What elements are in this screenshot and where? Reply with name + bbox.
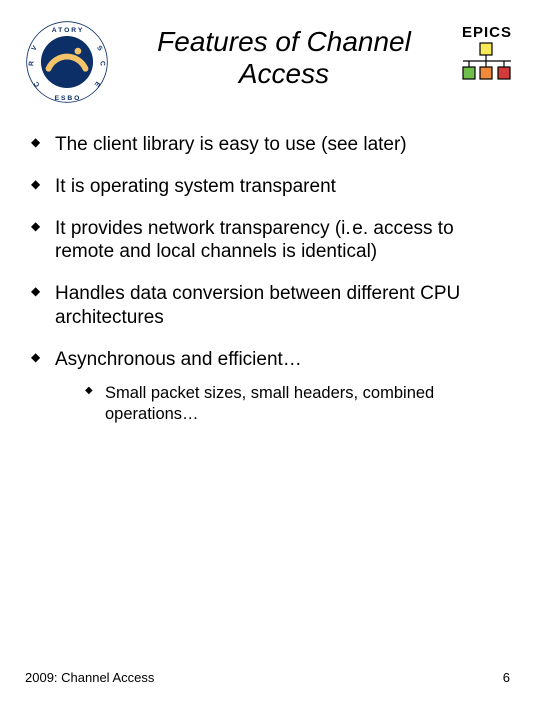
list-item: It provides network transparency (i. e. … [27,217,515,265]
epics-label: EPICS [459,24,515,41]
svg-text:A T O R Y: A T O R Y [52,27,83,34]
slide-content: The client library is easy to use (see l… [25,133,515,425]
list-item-text: The client library is easy to use (see l… [55,134,407,155]
slide-header: A T O R Y V R S C E S B O C E Features o… [25,20,515,109]
list-item-text: It is operating system transparent [55,176,336,197]
sub-list-item-text: Small packet sizes, small headers, combi… [105,384,434,423]
svg-text:E S B O: E S B O [55,95,80,102]
title-container: Features of Channel Access [115,20,453,90]
svg-text:C: C [98,61,105,67]
epics-icon [459,41,515,81]
epics-branding: EPICS [459,20,515,86]
sub-list-item: Small packet sizes, small headers, combi… [83,383,515,424]
footer-page-number: 6 [503,670,510,685]
sub-bullet-list: Small packet sizes, small headers, combi… [83,383,515,424]
list-item: The client library is easy to use (see l… [27,133,515,157]
list-item-text: It provides network transparency (i. e. … [55,218,454,263]
list-item: Handles data conversion between differen… [27,282,515,330]
bullet-list: The client library is easy to use (see l… [27,133,515,425]
observatory-logo-svg: A T O R Y V R S C E S B O C E [25,20,109,104]
list-item-text: Handles data conversion between differen… [55,283,460,328]
observatory-logo: A T O R Y V R S C E S B O C E [25,20,109,109]
slide-footer: 2009: Channel Access 6 [25,670,510,685]
list-item: It is operating system transparent [27,175,515,199]
list-item: Asynchronous and efficient… Small packet… [27,348,515,425]
slide: A T O R Y V R S C E S B O C E Features o… [0,0,540,720]
svg-text:R: R [28,61,35,67]
list-item-text: Asynchronous and efficient… [55,349,302,370]
slide-title: Features of Channel Access [115,26,453,90]
footer-left: 2009: Channel Access [25,670,154,685]
